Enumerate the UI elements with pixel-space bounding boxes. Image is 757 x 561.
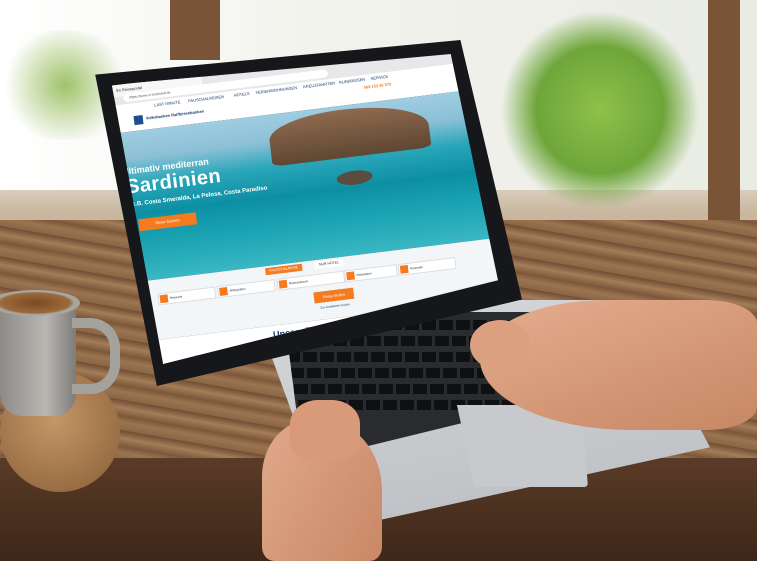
site-logo[interactable]: Volksbanken Raiffeisenbanken — [146, 109, 205, 121]
pin-icon — [159, 294, 169, 304]
nav-item-pauschalreisen[interactable]: PAUSCHALREISEN — [188, 94, 225, 103]
field-label: Reisende — [409, 265, 423, 271]
palm-plant — [500, 10, 700, 210]
plane-icon — [219, 287, 229, 296]
cup-handle — [72, 318, 120, 394]
clock-icon — [346, 271, 356, 281]
window-frame-right — [708, 0, 740, 230]
window-frame — [170, 0, 220, 60]
field-label: Abflughafen — [229, 286, 246, 293]
bank-logo-icon — [133, 115, 144, 126]
nav-item-hotels[interactable]: HOTELS — [233, 91, 250, 98]
nav-item-rundreisen[interactable]: RUNDREISEN — [339, 77, 366, 85]
field-label: Reiseziel — [169, 294, 183, 301]
photo-scene: Ihr Reiseportal https://www.vr-reisewelt… — [0, 0, 757, 561]
field-label: Reisezeitraum — [288, 279, 309, 286]
right-fingers — [470, 320, 530, 370]
nav-item-ferienwohnungen[interactable]: FERIENWOHNUNGEN — [255, 85, 297, 95]
field-label: Reisedauer — [356, 271, 373, 278]
hotline-number: 069 153 40 575 — [363, 81, 392, 90]
calendar-icon — [278, 279, 288, 289]
left-fingers — [290, 400, 360, 460]
nav-item-service[interactable]: SERVICE — [370, 74, 388, 81]
person-icon — [399, 264, 409, 274]
nav-item-kreuzfahrten[interactable]: KREUZFAHRTEN — [303, 80, 336, 89]
nav-item-last-minute[interactable]: LAST MINUTE — [154, 99, 181, 107]
